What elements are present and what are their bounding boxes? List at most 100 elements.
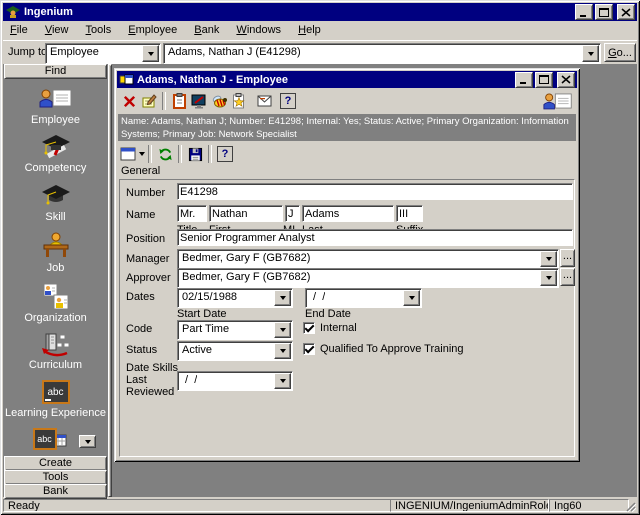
- internal-checkbox-row[interactable]: Internal: [303, 322, 357, 334]
- menu-view[interactable]: View: [38, 21, 76, 39]
- record-summary-banner: Name: Adams, Nathan J; Number: E41298; I…: [118, 114, 576, 141]
- close-icon[interactable]: [617, 4, 635, 20]
- internal-checkbox[interactable]: [303, 322, 315, 334]
- number-input[interactable]: [177, 183, 573, 200]
- help-icon[interactable]: ?: [278, 91, 298, 111]
- end-date-value: / /: [310, 291, 325, 303]
- main-title-bar: Ingenium: [3, 3, 637, 21]
- code-label: Code: [126, 323, 152, 335]
- save-icon[interactable]: [185, 144, 205, 164]
- curriculum-icon[interactable]: [3, 331, 108, 357]
- menu-windows[interactable]: Windows: [229, 21, 288, 39]
- toolbar-separator: [208, 145, 212, 163]
- sidebar-item-organization[interactable]: Organization: [3, 312, 108, 324]
- menu-file[interactable]: File: [3, 21, 35, 39]
- job-icon[interactable]: [3, 232, 108, 258]
- name-label: Name: [126, 209, 155, 221]
- code-dropdown-icon[interactable]: [274, 322, 291, 338]
- code-value: Part Time: [182, 323, 229, 335]
- skill-icon[interactable]: [3, 183, 108, 207]
- sidebar-more-items-button[interactable]: [79, 435, 96, 448]
- manager-label: Manager: [126, 253, 169, 265]
- qualified-checkbox[interactable]: [303, 343, 315, 355]
- status-message: Ready: [3, 499, 391, 512]
- menu-tools[interactable]: Tools: [79, 21, 119, 39]
- start-date-dropdown-icon[interactable]: [274, 290, 291, 306]
- status-role: INGENIUM/IngeniumAdminRole: [390, 499, 549, 512]
- manager-browse-button[interactable]: ...: [560, 249, 575, 267]
- employee-window-close-icon[interactable]: [557, 72, 575, 88]
- form-view-icon[interactable]: [119, 144, 145, 164]
- clipboard-star-icon[interactable]: [229, 91, 249, 111]
- resize-grip[interactable]: [624, 500, 636, 515]
- organization-icon[interactable]: [3, 283, 108, 310]
- status-label: Status: [126, 344, 157, 356]
- jump-record-dropdown-icon[interactable]: [582, 45, 599, 62]
- internal-label: Internal: [320, 322, 357, 334]
- monitor-edit-icon[interactable]: [189, 91, 209, 111]
- edit-note-icon[interactable]: [139, 91, 159, 111]
- menu-help[interactable]: Help: [291, 21, 328, 39]
- employee-window-maximize-icon[interactable]: [535, 72, 553, 88]
- form-help-icon[interactable]: ?: [215, 144, 235, 164]
- menu-bank[interactable]: Bank: [187, 21, 226, 39]
- status-session: Ing60: [549, 499, 629, 512]
- jump-category-value: Employee: [50, 46, 99, 58]
- manager-combobox[interactable]: Bedmer, Gary F (GB7682): [177, 249, 559, 269]
- sidebar-item-employee[interactable]: Employee: [3, 114, 108, 126]
- approver-value: Bedmer, Gary F (GB7682): [182, 271, 310, 283]
- jump-category-dropdown-icon[interactable]: [142, 45, 159, 62]
- end-date-picker[interactable]: / /: [305, 288, 422, 308]
- sidebar-item-curriculum[interactable]: Curriculum: [3, 359, 108, 371]
- sidebar-find-button[interactable]: Find: [4, 64, 107, 79]
- employee-icon[interactable]: [3, 87, 108, 109]
- email-icon[interactable]: [254, 91, 274, 111]
- sidebar-item-competency[interactable]: Competency: [3, 162, 108, 174]
- app-title: Ingenium: [24, 6, 73, 18]
- competency-icon[interactable]: [3, 134, 108, 160]
- minimize-icon[interactable]: [575, 4, 593, 20]
- sidebar-item-learning-experience[interactable]: Learning Experience: [3, 407, 108, 419]
- form-toolbar: ?: [117, 144, 577, 164]
- jump-record-combobox[interactable]: Adams, Nathan J (E41298): [163, 43, 601, 64]
- name-first-input[interactable]: [209, 205, 283, 222]
- app-icon: [5, 5, 21, 19]
- sidebar-item-skill[interactable]: Skill: [3, 211, 108, 223]
- record-toolbar: ?: [117, 89, 577, 113]
- clipboard-icon[interactable]: [169, 91, 189, 111]
- date-skills-picker[interactable]: / /: [177, 371, 293, 391]
- toolbar-separator: [148, 145, 152, 163]
- sidebar-create-button[interactable]: Create: [4, 456, 107, 471]
- name-suffix-input[interactable]: [396, 205, 423, 222]
- approver-dropdown-icon[interactable]: [540, 270, 557, 286]
- status-combobox[interactable]: Active: [177, 341, 293, 361]
- name-title-input[interactable]: [177, 205, 207, 222]
- employee-window-minimize-icon[interactable]: [515, 72, 533, 88]
- toolbar-separator: [162, 92, 166, 110]
- learning-experience-icon[interactable]: abc: [3, 380, 108, 404]
- status-dropdown-icon[interactable]: [274, 343, 291, 359]
- position-input[interactable]: [177, 229, 573, 246]
- bee-icon[interactable]: [209, 91, 229, 111]
- code-combobox[interactable]: Part Time: [177, 320, 293, 340]
- refresh-icon[interactable]: [155, 144, 175, 164]
- employee-window: Adams, Nathan J - Employee: [114, 68, 580, 462]
- manager-dropdown-icon[interactable]: [540, 251, 557, 267]
- date-skills-dropdown-icon[interactable]: [274, 373, 291, 389]
- sidebar-tools-button[interactable]: Tools: [4, 470, 107, 485]
- go-button[interactable]: Go...: [604, 43, 636, 62]
- sidebar-item-job[interactable]: Job: [3, 262, 108, 274]
- name-last-input[interactable]: [302, 205, 394, 222]
- menu-employee[interactable]: Employee: [121, 21, 184, 39]
- jump-record-value: Adams, Nathan J (E41298): [168, 46, 301, 58]
- jump-category-combobox[interactable]: Employee: [45, 43, 161, 64]
- name-mi-input[interactable]: [285, 205, 300, 222]
- delete-record-icon[interactable]: [119, 91, 139, 111]
- approver-combobox[interactable]: Bedmer, Gary F (GB7682): [177, 268, 559, 288]
- start-date-picker[interactable]: 02/15/1988: [177, 288, 293, 308]
- qualified-checkbox-row[interactable]: Qualified To Approve Training: [303, 343, 464, 355]
- maximize-icon[interactable]: [595, 4, 613, 20]
- menu-bar: File View Tools Employee Bank Windows He…: [3, 21, 637, 40]
- end-date-dropdown-icon[interactable]: [403, 290, 420, 306]
- approver-browse-button[interactable]: ...: [560, 268, 575, 286]
